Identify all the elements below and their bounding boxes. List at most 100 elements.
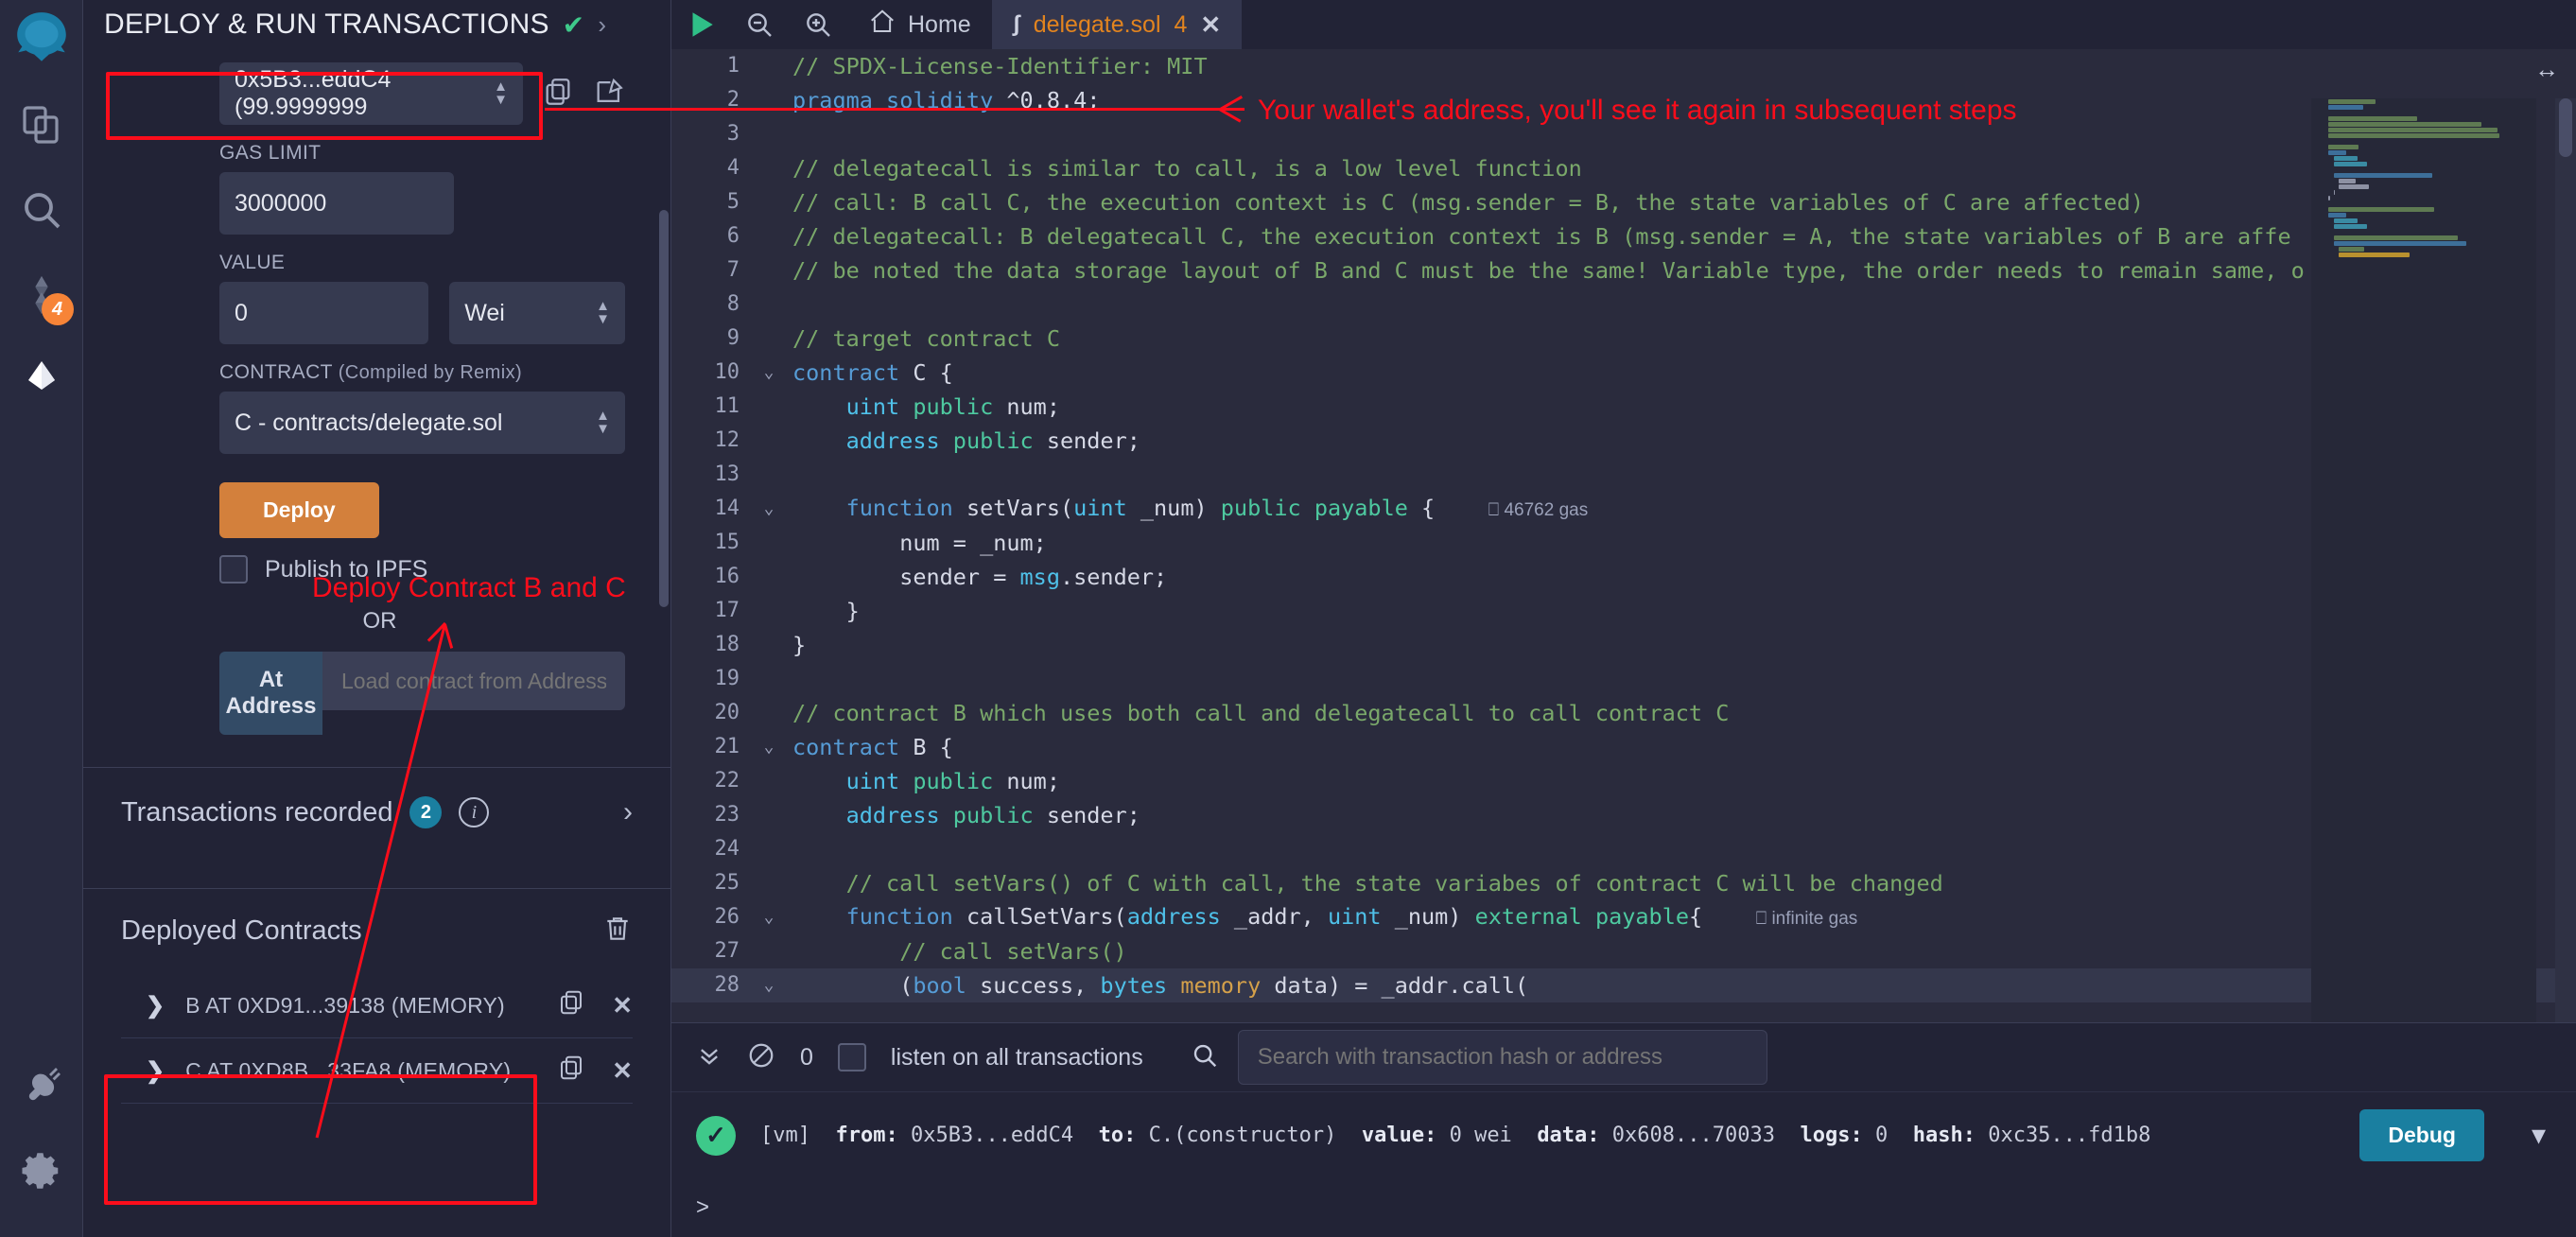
ban-icon[interactable]: [747, 1041, 775, 1074]
close-icon[interactable]: ✕: [612, 1056, 633, 1086]
minimap-line: [2333, 235, 2458, 240]
terminal-search-input[interactable]: [1237, 1030, 1767, 1085]
zoom-out-icon[interactable]: [730, 0, 789, 49]
code-line[interactable]: 11 uint public num;: [671, 390, 2576, 424]
search-icon[interactable]: [1191, 1041, 1219, 1074]
code-line[interactable]: 22 uint public num;: [671, 764, 2576, 798]
close-icon[interactable]: ✕: [612, 991, 633, 1020]
publish-ipfs-checkbox[interactable]: [219, 555, 248, 584]
play-icon[interactable]: [671, 0, 730, 49]
solidity-compiler-icon[interactable]: 4: [8, 261, 76, 329]
code-line[interactable]: 2 pragma solidity ^0.8.4;: [671, 83, 2576, 117]
code-lines[interactable]: 1 // SPDX-License-Identifier: MIT 2 pragma …: [671, 49, 2576, 1002]
code-text: uint public num;: [845, 768, 1060, 794]
code-line[interactable]: 4 // delegatecall is similar to call, is …: [671, 151, 2576, 185]
value-label: VALUE: [219, 252, 286, 273]
code-line[interactable]: 23 address public sender;: [671, 798, 2576, 832]
fold-chevron-icon[interactable]: ⌄: [753, 968, 785, 1002]
code-line[interactable]: 25 // call setVars() of C with call, the…: [671, 866, 2576, 900]
chevron-right-icon[interactable]: ›: [623, 796, 633, 828]
panel-scrollbar[interactable]: [659, 210, 669, 607]
info-icon[interactable]: i: [459, 797, 490, 828]
file-explorer-icon[interactable]: [8, 91, 76, 159]
terminal-prompt-row[interactable]: >: [671, 1178, 2576, 1237]
trash-icon[interactable]: [602, 914, 633, 949]
deployed-contract-row-b[interactable]: ❯ B AT 0XD91...39138 (MEMORY) ✕: [121, 973, 633, 1038]
debug-button[interactable]: Debug: [2359, 1109, 2484, 1161]
code-line[interactable]: 18}: [671, 628, 2576, 662]
at-address-button[interactable]: At Address: [219, 652, 322, 735]
transactions-count-badge: 2: [409, 796, 443, 828]
editor-scrollbar[interactable]: [2555, 98, 2576, 1022]
at-address-input[interactable]: [322, 652, 625, 710]
code-line[interactable]: 16 sender = msg.sender;: [671, 560, 2576, 594]
code-minimap[interactable]: [2311, 98, 2536, 1022]
gas-limit-value: 3000000: [235, 189, 327, 217]
code-line[interactable]: 8: [671, 287, 2576, 322]
code-text: }: [845, 598, 860, 624]
code-line[interactable]: 24: [671, 832, 2576, 866]
line-number: 25: [714, 871, 740, 895]
code-line[interactable]: 10 ⌄ contract C {: [671, 356, 2576, 390]
plugin-manager-icon[interactable]: [8, 1052, 76, 1120]
fold-chevron-icon[interactable]: ⌄: [753, 492, 785, 526]
code-line[interactable]: 20 // contract B which uses both call and…: [671, 696, 2576, 730]
code-line[interactable]: 9 // target contract C: [671, 322, 2576, 356]
line-number: 15: [714, 531, 740, 554]
code-line[interactable]: 17 }: [671, 594, 2576, 628]
chevron-right-icon[interactable]: ❯: [146, 992, 165, 1019]
transactions-recorded-header[interactable]: Transactions recorded 2 i ›: [121, 796, 633, 828]
code-line[interactable]: 5 // call: B call C, the execution contex…: [671, 185, 2576, 219]
zoom-in-icon[interactable]: [789, 0, 847, 49]
code-line[interactable]: 13: [671, 458, 2576, 492]
chevron-down-icon[interactable]: ▾: [2532, 1119, 2546, 1152]
search-icon[interactable]: [8, 176, 76, 244]
account-select[interactable]: 0x5B3...eddC4 (99.9999999 ▲ ▼: [219, 62, 523, 125]
gas-limit-label: GAS LIMIT: [219, 142, 322, 164]
close-icon[interactable]: ✕: [1200, 10, 1221, 40]
fold-chevron-icon[interactable]: ⌄: [753, 900, 785, 934]
chevron-right-icon[interactable]: ›: [598, 10, 606, 40]
code-line[interactable]: 21 ⌄ contract B {: [671, 730, 2576, 764]
deploy-run-icon[interactable]: [8, 346, 76, 414]
code-line[interactable]: 26 ⌄ function callSetVars(address _addr, …: [671, 900, 2576, 934]
chevron-right-icon[interactable]: ❯: [146, 1057, 165, 1085]
code-editor[interactable]: 1 // SPDX-License-Identifier: MIT 2 pragma …: [671, 49, 2576, 1022]
terminal-log-row[interactable]: ✓ [vm] from: 0x5B3...eddC4 to: C.(constr…: [671, 1091, 2576, 1178]
copy-icon[interactable]: [557, 988, 585, 1022]
code-text: num = _num;: [899, 530, 1047, 556]
publish-ipfs-row[interactable]: Publish to IPFS: [219, 555, 625, 584]
minimap-line: [2333, 224, 2367, 229]
tab-delegate-sol[interactable]: ʃ delegate.sol 4 ✕: [991, 0, 1243, 49]
horizontal-resize-icon[interactable]: ↔: [2534, 55, 2559, 84]
fold-chevron-icon[interactable]: ⌄: [753, 356, 785, 390]
value-amount: 0: [235, 299, 248, 326]
home-tab[interactable]: Home: [847, 0, 992, 49]
remix-logo[interactable]: [8, 6, 76, 74]
code-line[interactable]: 1 // SPDX-License-Identifier: MIT: [671, 49, 2576, 83]
code-line[interactable]: 12 address public sender;: [671, 424, 2576, 458]
code-line[interactable]: 15 num = _num;: [671, 526, 2576, 560]
deploy-button[interactable]: Deploy: [219, 482, 379, 538]
code-line[interactable]: 7 // be noted the data storage layout of …: [671, 253, 2576, 287]
settings-icon[interactable]: [8, 1137, 76, 1205]
copy-icon[interactable]: [557, 1054, 585, 1088]
deployed-contract-row-c[interactable]: ❯ C AT 0XD8B...33FA8 (MEMORY) ✕: [121, 1038, 633, 1104]
edit-icon[interactable]: [593, 76, 625, 113]
gas-limit-input[interactable]: 3000000: [219, 172, 454, 235]
value-input[interactable]: 0: [219, 282, 429, 344]
value-unit-select[interactable]: Wei ▲ ▼: [449, 282, 625, 344]
double-chevron-down-icon[interactable]: [696, 1042, 722, 1073]
code-line[interactable]: 28 ⌄ (bool success, bytes memory data) = …: [671, 968, 2576, 1002]
code-line[interactable]: 14 ⌄ function setVars(uint _num) public p…: [671, 492, 2576, 526]
code-line[interactable]: 6 // delegatecall: B delegatecall C, the …: [671, 219, 2576, 253]
editor-scrollbar-thumb[interactable]: [2559, 98, 2572, 157]
copy-icon[interactable]: [542, 76, 574, 113]
deploy-block: Deploy Publish to IPFS OR At Address: [83, 482, 670, 735]
contract-select[interactable]: C - contracts/delegate.sol ▲ ▼: [219, 392, 625, 454]
code-line[interactable]: 3: [671, 117, 2576, 151]
code-line[interactable]: 19: [671, 662, 2576, 696]
code-line[interactable]: 27 // call setVars(): [671, 934, 2576, 968]
fold-chevron-icon[interactable]: ⌄: [753, 730, 785, 764]
listen-all-transactions-checkbox[interactable]: [837, 1043, 866, 1071]
